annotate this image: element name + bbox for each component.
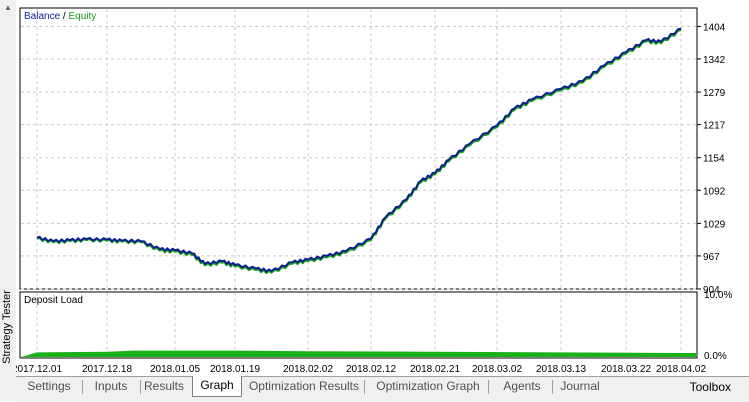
x-tick-label: 2018.04.02 (656, 364, 706, 375)
y-tick-label: 1092 (703, 186, 726, 197)
x-tick-label: 2017.12.01 (16, 364, 62, 375)
legend-equity: Equity (68, 11, 96, 22)
strategy-tester-title: Strategy Tester (1, 290, 13, 364)
panel-collapse-icon[interactable]: ▲ (3, 3, 13, 13)
left-panel-strip: ▲ Strategy Tester (0, 0, 17, 401)
tab-separator (140, 380, 141, 394)
main-chart-frame (19, 7, 698, 290)
x-tick-label: 2018.02.02 (283, 364, 333, 375)
tab-separator (552, 380, 553, 394)
tab-optimization-results[interactable]: Optimization Results (246, 377, 362, 396)
y-tick-label: 1342 (703, 55, 726, 66)
x-tick-label: 2018.03.02 (472, 364, 522, 375)
y-tick-label: 1279 (703, 88, 726, 99)
chart-legend: Balance / Equity (24, 11, 96, 22)
legend-separator: / (60, 11, 68, 22)
graph-panel: 904 967 1029 1092 1154 1217 1279 1342 1404 10.0% 0… (16, 0, 749, 376)
y-tick-label: 967 (703, 252, 720, 263)
tab-journal[interactable]: Journal (556, 377, 604, 396)
tab-results[interactable]: Results (142, 377, 186, 396)
x-tick-label: 2018.01.19 (210, 364, 260, 375)
tab-inputs[interactable]: Inputs (84, 377, 138, 396)
deposit-load-title: Deposit Load (24, 295, 83, 306)
x-tick-label: 2018.02.21 (410, 364, 460, 375)
deposit-load-frame (19, 291, 698, 359)
tab-optimization-graph[interactable]: Optimization Graph (370, 377, 486, 396)
tab-separator (82, 380, 83, 394)
x-tick-label: 2018.01.05 (150, 364, 200, 375)
x-tick-label: 2017.12.18 (82, 364, 132, 375)
balance-equity-chart: 904967102910921154121712791342140410.0%0… (16, 7, 732, 375)
y-tick-label: 1404 (703, 22, 726, 33)
tester-tab-bar: Settings Inputs Results Graph Optimization R… (16, 376, 749, 402)
y-tick-label: 1154 (703, 154, 725, 165)
tab-settings[interactable]: Settings (18, 377, 80, 396)
tab-agents[interactable]: Agents (494, 377, 550, 396)
tab-separator (364, 380, 365, 394)
y-tick-label: 1217 (703, 121, 726, 132)
load-y-tick-label: 0.0% (704, 351, 727, 362)
tab-separator (488, 380, 489, 394)
x-tick-label: 2018.03.22 (601, 364, 651, 375)
x-tick-label: 2018.02.12 (346, 364, 396, 375)
y-tick-label: 1029 (703, 219, 726, 230)
toolbox-label: Toolbox (689, 380, 731, 394)
tab-graph[interactable]: Graph (192, 376, 242, 397)
legend-balance: Balance (24, 11, 61, 22)
load-y-tick-label: 10.0% (704, 290, 732, 301)
x-tick-label: 2018.03.13 (536, 364, 586, 375)
